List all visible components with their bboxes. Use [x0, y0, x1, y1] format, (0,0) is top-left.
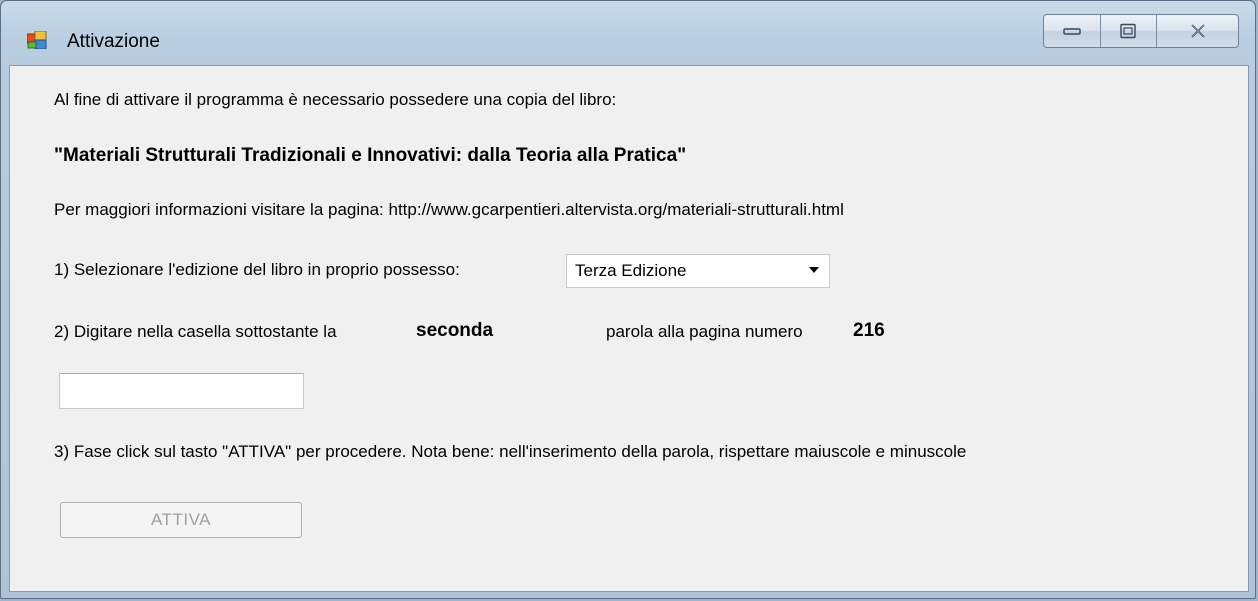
word-ordinal-label: seconda — [416, 320, 494, 341]
step2-label: 2) Digitare nella casella sottostante la — [54, 322, 337, 341]
maximize-button[interactable] — [1101, 15, 1158, 47]
maximize-icon — [1118, 23, 1138, 39]
book-title-label: "Materiali Strutturali Tradizionali e In… — [54, 145, 687, 166]
step3-label: 3) Fase click sul tasto "ATTIVA" per pro… — [54, 442, 967, 461]
window-controls — [1043, 14, 1239, 48]
info-link-label: Per maggiori informazioni visitare la pa… — [54, 200, 844, 219]
intro-label: Al fine di attivare il programma è neces… — [54, 90, 617, 109]
edition-select[interactable]: Terza Edizione — [566, 254, 830, 288]
close-button[interactable] — [1157, 15, 1238, 47]
word-input[interactable] — [59, 373, 304, 409]
app-icon — [26, 30, 47, 50]
close-icon — [1189, 23, 1207, 39]
activation-window: Attivazione Al fine di attivare il progr… — [0, 0, 1256, 599]
minimize-button[interactable] — [1044, 15, 1101, 47]
edition-select-value: Terza Edizione — [575, 261, 687, 280]
activate-button[interactable]: ATTIVA — [60, 502, 302, 538]
step2-page-label: parola alla pagina numero — [606, 322, 803, 341]
window-title: Attivazione — [67, 31, 160, 52]
client-area: Al fine di attivare il programma è neces… — [9, 65, 1249, 592]
step1-label: 1) Selezionare l'edizione del libro in p… — [54, 260, 460, 279]
title-bar[interactable]: Attivazione — [1, 1, 1255, 52]
page-number-label: 216 — [853, 320, 885, 341]
minimize-icon — [1062, 24, 1082, 38]
chevron-down-icon[interactable] — [809, 267, 819, 273]
